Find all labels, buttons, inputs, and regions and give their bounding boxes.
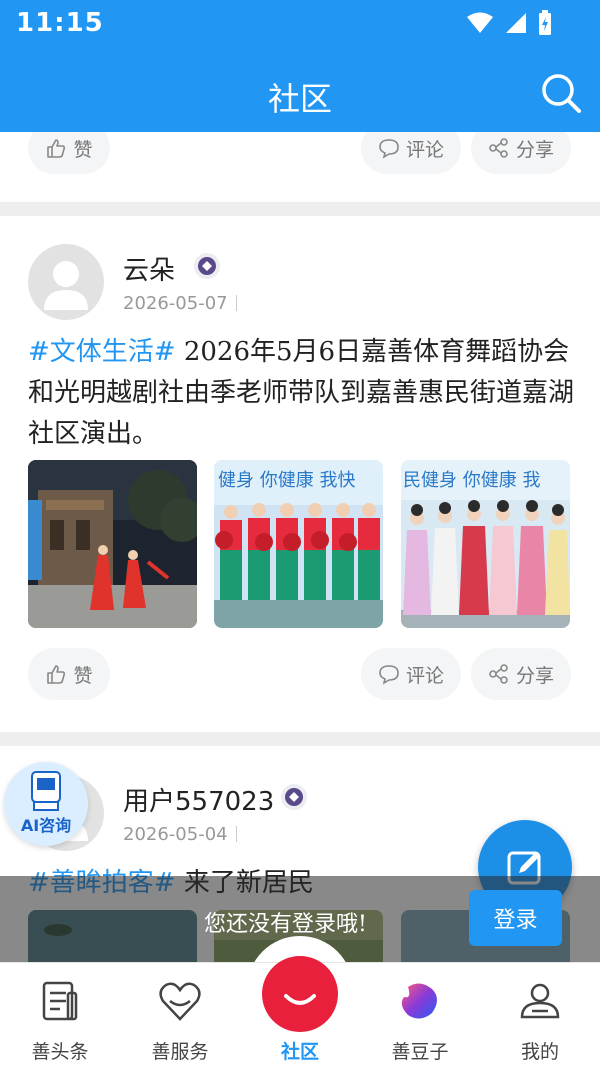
signal-icon [506,13,526,33]
author-name[interactable]: 用户557023 [123,781,274,818]
share-button[interactable]: 分享 [471,648,571,700]
avatar[interactable] [28,244,104,320]
post-image[interactable] [28,460,197,628]
community-smile-icon [284,994,316,1005]
comment-label: 评论 [405,138,444,161]
status-bar: 11:15 [0,0,600,50]
share-button[interactable]: 分享 [471,132,571,174]
comment-button[interactable]: 评论 [361,648,461,700]
battery-icon [539,10,551,35]
like-button[interactable]: 赞 [28,648,110,700]
tab-label: 社区 [280,1041,319,1063]
share-label: 分享 [515,664,554,687]
login-prompt-text: 您还没有登录哦! [204,912,367,937]
svg-text:民健身 你健康 我: 民健身 你健康 我 [403,470,540,491]
post-actions: 赞 评论 分享 [28,648,572,704]
comment-button[interactable]: 评论 [361,132,461,174]
thumbs-up-icon [47,139,66,158]
search-icon[interactable] [540,72,582,114]
default-avatar-icon [44,261,88,310]
like-label: 赞 [73,138,93,161]
post-actions: 赞 评论 分享 [28,132,572,178]
wifi-icon [467,12,493,33]
share-label: 分享 [515,138,554,161]
like-button[interactable]: 赞 [28,132,110,174]
comment-label: 评论 [405,664,444,687]
tab-label: 我的 [520,1041,559,1063]
thumbs-up-icon [47,665,66,684]
app-header: 社区 [0,50,600,132]
comment-icon [379,665,399,685]
tab-profile[interactable]: 我的 [480,963,600,1066]
tab-label: 善服务 [151,1041,209,1063]
tab-beans[interactable]: 善豆子 [360,963,480,1066]
tab-label: 善头条 [31,1041,89,1063]
post-image[interactable]: 健身 你健康 我快 [214,460,383,628]
news-icon [42,981,78,1021]
bean-icon [401,983,437,1019]
ai-consult-label: AI咨询 [20,816,72,835]
like-label: 赞 [73,664,93,687]
post-date: 2026-05-07 [123,293,237,314]
topic-tag[interactable]: #文体生活# [28,337,176,367]
ai-consult-button[interactable]: AI咨询 [4,762,88,846]
comment-icon [379,139,399,159]
status-icons [466,10,552,36]
svg-text:健身 你健康 我快: 健身 你健康 我快 [218,470,355,491]
level-badge-icon [194,253,220,279]
status-time: 11:15 [16,8,104,38]
login-button[interactable]: 登录 [469,890,562,946]
tab-label: 善豆子 [391,1041,449,1063]
level-badge-icon [281,784,307,810]
tab-headlines[interactable]: 善头条 [0,963,120,1066]
page-title: 社区 [267,80,332,118]
heart-service-icon [159,982,201,1021]
tab-services[interactable]: 善服务 [120,963,240,1066]
profile-icon [520,983,560,1019]
community-center-button[interactable] [262,956,338,1032]
share-icon [489,664,508,684]
post-separator [0,732,600,746]
post-date: 2026-05-04 [123,824,237,845]
post-content[interactable]: #文体生活# 2026年5月6日嘉善体育舞蹈协会和光明越剧社由季老师带队到嘉善惠… [28,332,574,455]
post-image[interactable]: 民健身 你健康 我 [401,460,570,628]
post-separator [0,202,600,216]
author-name[interactable]: 云朵 [123,250,175,287]
share-icon [489,138,508,158]
